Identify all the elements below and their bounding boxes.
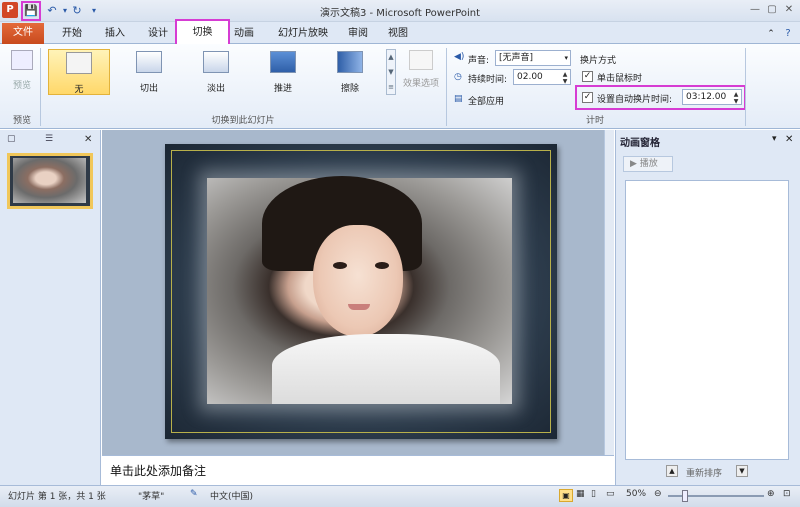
transition-label: 无 (74, 85, 84, 95)
minimize-icon[interactable]: — (748, 3, 762, 17)
transition-label: 淡出 (206, 84, 225, 94)
language[interactable]: 中文(中国) (210, 489, 253, 502)
chevron-down-icon: ▾ (564, 54, 568, 62)
group-separator (745, 48, 746, 126)
transition-cut-icon (136, 51, 162, 73)
on-click-checkbox[interactable]: ✓ (582, 71, 593, 82)
on-click-label: 单击鼠标时 (597, 74, 643, 84)
preview-button[interactable]: 预览 (6, 50, 38, 94)
slide-sorter-icon[interactable]: ▦ (576, 489, 585, 499)
sound-label: 声音: (468, 56, 490, 66)
zoom-in-icon[interactable]: ⊕ (767, 489, 775, 499)
proofing-icon[interactable]: ✎ (190, 489, 198, 499)
duration-input[interactable]: 02.00 ▲ ▼ (513, 69, 571, 85)
notes-pane[interactable]: 单击此处添加备注 (102, 455, 614, 485)
slides-tab-icon[interactable]: ▢ (7, 134, 16, 144)
transition-none[interactable]: 无 (48, 49, 110, 95)
auto-advance-value: 03:12.00 (686, 92, 727, 102)
slideshow-view-icon[interactable]: ▭ (606, 489, 615, 499)
auto-advance-time-input[interactable]: 03:12.00 ▲ ▼ (682, 89, 742, 105)
tab-insert[interactable]: 插入 (95, 26, 135, 42)
notes-placeholder: 单击此处添加备注 (110, 464, 207, 478)
effect-options-button[interactable]: 效果选项 (398, 50, 444, 100)
collapse-ribbon-icon[interactable]: ⌃ (764, 26, 778, 42)
photo-eye-right (375, 262, 389, 269)
effect-options-label: 效果选项 (402, 79, 439, 89)
animation-pane-title: 动画窗格 (620, 138, 660, 149)
apply-all-button[interactable]: 全部应用 (468, 94, 504, 107)
reading-view-icon[interactable]: ▯ (591, 489, 596, 499)
tab-file[interactable]: 文件 (2, 23, 44, 44)
close-pane-icon[interactable]: ✕ (785, 134, 793, 145)
fit-to-window-icon[interactable]: ⊡ (783, 489, 791, 499)
apply-all-icon: ▤ (454, 94, 463, 104)
photo-shirt (272, 334, 500, 404)
transition-fade[interactable]: 淡出 (185, 49, 247, 95)
maximize-icon[interactable]: ▢ (765, 3, 779, 17)
tab-home[interactable]: 开始 (52, 26, 92, 42)
transition-label: 擦除 (340, 84, 359, 94)
slide-thumbnail-photo (13, 158, 86, 203)
auto-advance-checkbox[interactable]: ✓ (582, 92, 593, 103)
transition-push[interactable]: 推进 (252, 49, 314, 95)
zoom-out-icon[interactable]: ⊖ (654, 489, 662, 499)
play-button[interactable]: ▶ 播放 (623, 156, 673, 172)
group-separator (446, 48, 447, 126)
slide-info: 幻灯片 第 1 张，共 1 张 (8, 492, 106, 502)
close-panel-icon[interactable]: ✕ (84, 134, 92, 145)
zoom-slider-thumb[interactable] (682, 490, 688, 502)
move-up-icon[interactable]: ▲ (666, 465, 678, 477)
tab-transitions-label: 切换 (192, 27, 213, 38)
tab-review[interactable]: 审阅 (338, 26, 378, 42)
tab-slideshow[interactable]: 幻灯片放映 (268, 26, 338, 42)
effect-options-icon (409, 50, 433, 70)
transition-label: 切出 (139, 84, 158, 94)
theme-name[interactable]: "茅草" (138, 489, 164, 502)
close-icon[interactable]: ✕ (782, 3, 796, 17)
group-label-timing: 计时 (585, 116, 604, 126)
spin-icon: ▲ ▼ (562, 71, 568, 85)
transition-none-icon (66, 52, 92, 74)
pane-options-icon[interactable]: ▾ (772, 134, 777, 144)
sound-dropdown[interactable]: [无声音] ▾ (495, 50, 571, 66)
window-title: 演示文稿3 - Microsoft PowerPoint (319, 8, 481, 19)
tab-design[interactable]: 设计 (138, 26, 178, 42)
tab-animations[interactable]: 动画 (224, 26, 264, 42)
photo-face (313, 225, 403, 337)
transition-fade-icon (203, 51, 229, 73)
transition-cut[interactable]: 切出 (118, 49, 180, 95)
duration-icon: ◷ (454, 72, 462, 82)
spin-icon: ▲ ▼ (733, 91, 739, 105)
preview-button-label: 预览 (12, 81, 31, 91)
outline-tab-icon[interactable]: ☰ (45, 134, 53, 144)
duration-value: 02.00 (517, 72, 543, 82)
photo-mouth (348, 304, 370, 310)
sound-icon: ◀) (454, 52, 465, 62)
photo-eye-left (333, 262, 347, 269)
auto-advance-label: 设置自动换片时间: (597, 95, 673, 105)
reorder-label: 重新排序 (686, 469, 723, 479)
transition-push-icon (270, 51, 296, 73)
animation-list[interactable] (625, 180, 789, 460)
gallery-scrollbar[interactable]: ▲ ▼ ≡ (386, 49, 396, 95)
preview-icon (11, 50, 33, 70)
normal-view-icon[interactable]: ▣ (559, 489, 573, 502)
transition-wipe-icon (337, 51, 363, 73)
tab-view[interactable]: 视图 (378, 26, 418, 42)
group-label-transitions: 切换到此幻灯片 (211, 116, 275, 126)
tab-transitions[interactable]: 切换 (175, 19, 230, 47)
move-down-icon[interactable]: ▼ (736, 465, 748, 477)
advance-heading: 换片方式 (580, 56, 617, 66)
group-label-preview: 预览 (12, 116, 31, 126)
transition-wipe[interactable]: 擦除 (319, 49, 381, 95)
editor-scrollbar[interactable] (604, 130, 614, 455)
transition-label: 推进 (273, 84, 292, 94)
sound-value: [无声音] (499, 53, 534, 63)
zoom-level[interactable]: 50% (626, 489, 646, 499)
help-icon[interactable]: ? (780, 26, 796, 42)
duration-label: 持续时间: (468, 75, 508, 85)
